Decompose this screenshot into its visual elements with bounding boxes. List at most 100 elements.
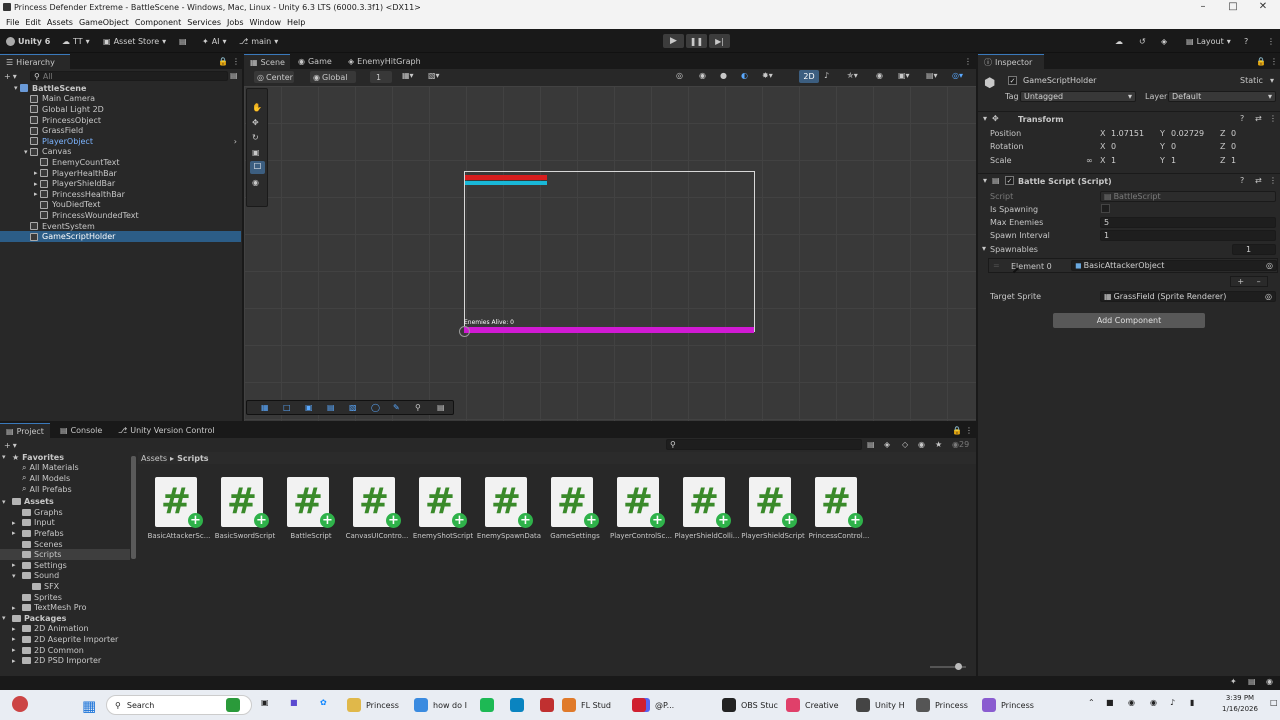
- minus-icon[interactable]: –: [1257, 277, 1261, 286]
- foldout-open-icon[interactable]: ▾: [14, 84, 18, 92]
- foldout-closed-icon[interactable]: ▸: [12, 604, 16, 612]
- snap-grid-icon[interactable]: ▦▾: [402, 71, 414, 80]
- teams-icon[interactable]: ■: [290, 698, 298, 707]
- preset-icon[interactable]: ⇄: [1255, 176, 1262, 185]
- filter-icon[interactable]: ▤: [230, 71, 238, 80]
- pause-button[interactable]: ❚❚: [686, 34, 707, 48]
- foldout-closed-icon[interactable]: ▸: [12, 635, 16, 643]
- foldout-arrow-icon[interactable]: ▾: [982, 244, 986, 253]
- breadcrumb-scripts[interactable]: Scripts: [177, 454, 209, 463]
- menu-services[interactable]: Services: [187, 18, 221, 27]
- tab-hierarchy[interactable]: ☰ Hierarchy: [0, 54, 70, 69]
- foldout-open-icon[interactable]: ▾: [2, 453, 6, 461]
- taskbar-app[interactable]: how do I: [414, 698, 467, 712]
- tree-favorite-item[interactable]: ⌕ All Models: [0, 473, 130, 484]
- foldout-closed-icon[interactable]: ▸: [12, 646, 16, 654]
- battle-script-header[interactable]: ▾ ▤ ✓ Battle Script (Script) ? ⇄ ⋮: [978, 173, 1280, 187]
- taskbar-app[interactable]: Princess: [982, 698, 1034, 712]
- grid-snap-field[interactable]: 1: [370, 71, 392, 83]
- play-button[interactable]: ▶: [663, 34, 684, 48]
- speaker-icon[interactable]: ♪: [1170, 698, 1175, 707]
- tree-scrollbar[interactable]: [131, 456, 136, 559]
- script-asset[interactable]: # + PlayerShieldColli...: [674, 473, 740, 543]
- enemy-count-text[interactable]: Enemies Alive: 0: [464, 319, 514, 326]
- tree-folder-item[interactable]: Scripts: [0, 549, 130, 560]
- position-y-input[interactable]: 0.02729: [1168, 128, 1218, 139]
- foldout-open-icon[interactable]: ▾: [2, 498, 6, 506]
- is-spawning-checkbox[interactable]: [1101, 204, 1110, 213]
- menu-assets[interactable]: Assets: [47, 18, 73, 27]
- script-asset[interactable]: # + EnemyShotScript: [410, 473, 476, 543]
- tray-app-icon[interactable]: ◉: [1128, 698, 1135, 707]
- tab-project[interactable]: ▤ Project: [0, 423, 50, 438]
- tree-favorites-header[interactable]: ▾ ★ Favorites: [0, 452, 130, 463]
- scale-z-input[interactable]: 1: [1228, 154, 1278, 166]
- minimize-icon[interactable]: –: [1188, 1, 1218, 12]
- hierarchy-item[interactable]: Global Light 2D: [0, 104, 241, 115]
- lock-icon[interactable]: 🔒: [952, 426, 962, 435]
- cloud-button[interactable]: ☁: [1115, 34, 1123, 48]
- lock-icon[interactable]: 🔒: [218, 57, 228, 66]
- audio-icon[interactable]: ♪: [824, 71, 829, 80]
- tray-app-icon[interactable]: ■: [1106, 698, 1114, 707]
- taskview-icon[interactable]: ▣: [261, 698, 269, 707]
- taskbar-app[interactable]: Unity H: [856, 698, 905, 712]
- menu-help[interactable]: Help: [287, 18, 305, 27]
- filter-label-icon[interactable]: ◈: [884, 440, 890, 449]
- scene-view[interactable]: ✋ ✥ ↻ ▣ □ ◉ Enemies Alive: 0 ▦ □ ▣ ▤ ▧ ◯: [244, 86, 976, 421]
- menu-component[interactable]: Component: [135, 18, 181, 27]
- script-asset[interactable]: # + PrincessControl...: [806, 473, 872, 543]
- taskbar-app[interactable]: Princess: [916, 698, 968, 712]
- step-button[interactable]: ▶|: [709, 34, 730, 48]
- tree-folder-item[interactable]: ▸ TextMesh Pro: [0, 602, 130, 613]
- player-shield-bar[interactable]: [465, 181, 547, 185]
- script-asset[interactable]: # + EnemySpawnData: [476, 473, 542, 543]
- foldout-closed-icon[interactable]: ▸: [34, 190, 38, 198]
- foldout-closed-icon[interactable]: ▸: [12, 561, 16, 569]
- brush-icon[interactable]: ✎: [393, 403, 400, 412]
- move-tool-icon[interactable]: ✥: [252, 118, 259, 127]
- project-create-button[interactable]: + ▾: [4, 440, 17, 451]
- create-button[interactable]: + ▾: [4, 71, 17, 82]
- more-menu-button[interactable]: ⋮: [1267, 34, 1275, 48]
- axis-z-label[interactable]: Z: [1220, 129, 1225, 138]
- breadcrumb-assets[interactable]: Assets: [141, 454, 167, 463]
- asset-store-button[interactable]: ▣ Asset Store ▾: [103, 34, 166, 48]
- zoom-icon[interactable]: ⚲: [415, 403, 421, 412]
- distribute-icon[interactable]: ▧: [349, 403, 357, 412]
- hierarchy-item[interactable]: YouDiedText: [0, 200, 241, 211]
- lock-icon[interactable]: 🔒: [1256, 57, 1266, 66]
- object-picker-icon[interactable]: ◎: [1266, 261, 1273, 270]
- tree-favorite-item[interactable]: ⌕ All Prefabs: [0, 484, 130, 495]
- clock[interactable]: 3:39 PM 1/16/2026: [1212, 693, 1268, 715]
- crop-icon[interactable]: ▣: [305, 403, 313, 412]
- help-icon[interactable]: ?: [1240, 176, 1244, 185]
- foldout-open-icon[interactable]: ▾: [24, 148, 28, 156]
- taskbar-app[interactable]: Creative: [786, 698, 839, 712]
- canvas-frame[interactable]: [464, 171, 755, 332]
- hierarchy-item[interactable]: EnemyCountText: [0, 157, 241, 168]
- tab-version-control[interactable]: ⎇ Unity Version Control: [112, 423, 221, 438]
- rotation-x-input[interactable]: 0: [1108, 141, 1158, 153]
- axis-x-label[interactable]: X: [1100, 156, 1105, 165]
- status-icon[interactable]: ▤: [1248, 677, 1256, 686]
- visibility-icon[interactable]: ◉: [876, 71, 883, 80]
- lighting-icon[interactable]: ✸▾: [762, 71, 773, 80]
- aspect-icon[interactable]: ▤▾: [926, 71, 938, 80]
- taskbar-app[interactable]: Princess: [347, 698, 399, 712]
- wifi-icon[interactable]: ◉: [1150, 698, 1157, 707]
- hierarchy-item[interactable]: ▾ Canvas: [0, 147, 241, 158]
- script-asset[interactable]: # + CanvasUIContro...: [344, 473, 410, 543]
- axis-x-label[interactable]: X: [1100, 142, 1105, 151]
- taskbar-app[interactable]: OBS Stuc: [722, 698, 778, 712]
- position-x-input[interactable]: 1.07151: [1108, 128, 1158, 139]
- tree-folder-item[interactable]: ▸ Prefabs: [0, 528, 130, 539]
- preset-icon[interactable]: ⇄: [1255, 114, 1262, 123]
- foldout-open-icon[interactable]: ▾: [2, 614, 6, 622]
- tree-folder-item[interactable]: Sprites: [0, 592, 130, 603]
- grid-toggle-icon[interactable]: ▧▾: [428, 71, 440, 80]
- pivot-dropdown[interactable]: ◎ Center: [254, 71, 294, 83]
- princess-health-bar[interactable]: [464, 327, 754, 333]
- hierarchy-item[interactable]: ▸ PrincessHealthBar: [0, 189, 241, 200]
- chevron-right-icon[interactable]: ›: [234, 137, 237, 146]
